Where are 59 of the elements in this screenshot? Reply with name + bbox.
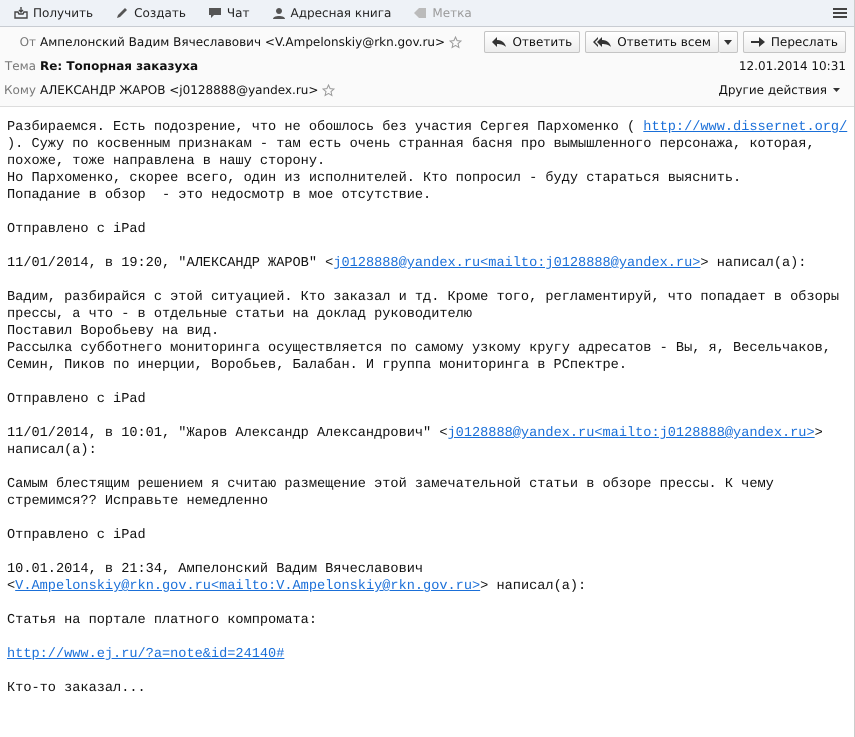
body-text: Кто-то заказал... (7, 681, 146, 696)
body-text: > написал(а): (480, 579, 586, 594)
link[interactable]: http://www.dissernet.org/ (643, 120, 848, 135)
reply-all-icon (593, 37, 612, 47)
more-actions-menu[interactable]: Другие действия (712, 82, 846, 98)
body-text: < (7, 579, 16, 594)
body-text: Отправлено с iPad (7, 392, 146, 407)
body-text: написал(а): (7, 443, 97, 458)
body-text: Семин, Пиков по инерции, Воробьев, Балабан. И группа мониторинга в РСпектре. (7, 358, 627, 373)
toolbar-button[interactable]: Чат (200, 5, 258, 21)
caret-icon (833, 88, 840, 92)
link[interactable]: V.Ampelonskiy@rkn.gov.ru<mailto:V.Ampelonskiy@rkn.gov.ru> (15, 579, 480, 594)
caret-icon (724, 40, 732, 44)
body-text: Самым блестящим решением я считаю размещение этой замечательной статьи в обзоре прессы. К чему (7, 477, 774, 492)
body-text: > написал(а): (700, 256, 806, 271)
chat-icon (208, 7, 222, 19)
body-text: Отправлено с iPad (7, 528, 146, 543)
body-text: Отправлено с iPad (7, 222, 146, 237)
address-text: Ампелонский Вадим Вячеславович <V.Ampelonskiy@rkn.gov.ru> (40, 35, 446, 49)
link[interactable]: j0128888@yandex.ru<mailto:j0128888@yandex.ru> (333, 256, 700, 271)
dropdown-button[interactable] (718, 31, 738, 53)
body-text: Попадание в обзор - это недосмотр в мое отсутствие. (7, 188, 432, 203)
body-text: похоже, тоже направлена в нашу сторону. (7, 154, 326, 169)
body-text: Поставил Воробьеву на вид. (7, 324, 220, 339)
body-text: 10.01.2014, в 21:34, Ампелонский Вадим Вячеславович (7, 562, 424, 577)
body-text: > (814, 426, 823, 441)
field-label: Тема (4, 59, 36, 73)
forward-icon (750, 37, 765, 47)
body-text: Рассылка субботнего мониторинга осуществляется по самому узкому кругу адресатов - Вы, я, Весельчаков, (7, 341, 831, 356)
body-text: стремимся?? Исправьте немедленно (7, 494, 268, 509)
body-text: 11/01/2014, в 19:20, "АЛЕКСАНДР ЖАРОВ" < (7, 256, 334, 271)
address-text: АЛЕКСАНДР ЖАРОВ <j0128888@yandex.ru> (40, 83, 318, 97)
toolbar-button[interactable]: Получить (6, 5, 102, 21)
link[interactable]: http://www.ej.ru/?a=note&id=24140# (7, 647, 284, 662)
body-text: ). Сужу по косвенным признакам - там есть очень странная басня про вымышленного персонажа, которая, (7, 137, 815, 152)
person-icon (272, 7, 286, 19)
reply-icon (492, 37, 506, 47)
subject-text: Re: Топорная заказуха (40, 59, 198, 73)
date-text: 12.01.2014 10:31 (738, 59, 846, 73)
tag-icon (413, 7, 428, 19)
star-icon[interactable] (322, 84, 336, 96)
body-text: Но Пархоменко, скорее всего, один из исполнителей. Кто попросил - буду стараться выяснить. (7, 171, 742, 186)
inbox-icon (14, 7, 28, 19)
field-label: От (18, 35, 36, 49)
body-text: Разбираемся. Есть подозрение, что не обошлось без участия Сергея Пархоменко ( (7, 120, 636, 135)
toolbar-button[interactable]: Создать (107, 5, 194, 21)
field-label: Кому (4, 83, 36, 97)
header-button[interactable]: Переслать (742, 31, 846, 53)
body-text: Статья на портале платного компромата: (7, 613, 317, 628)
toolbar-button[interactable]: Адресная книга (264, 5, 400, 21)
pencil-icon (115, 7, 130, 19)
menu-icon[interactable] (832, 7, 848, 19)
header-button[interactable]: Ответить (484, 31, 580, 53)
body-text: 11/01/2014, в 10:01, "Жаров Александр Александрович" < (7, 426, 448, 441)
header-button[interactable]: Ответить всем (585, 31, 719, 53)
body-text: прессы, а что - в отдельные статьи на доклад руководителю (7, 307, 472, 322)
link[interactable]: j0128888@yandex.ru<mailto:j0128888@yandex.ru> (448, 426, 815, 441)
star-icon[interactable] (449, 36, 462, 48)
body-text: Вадим, разбирайся с этой ситуацией. Кто заказал и тд. Кроме того, регламентируй, что попадает в обзоры (7, 290, 840, 305)
